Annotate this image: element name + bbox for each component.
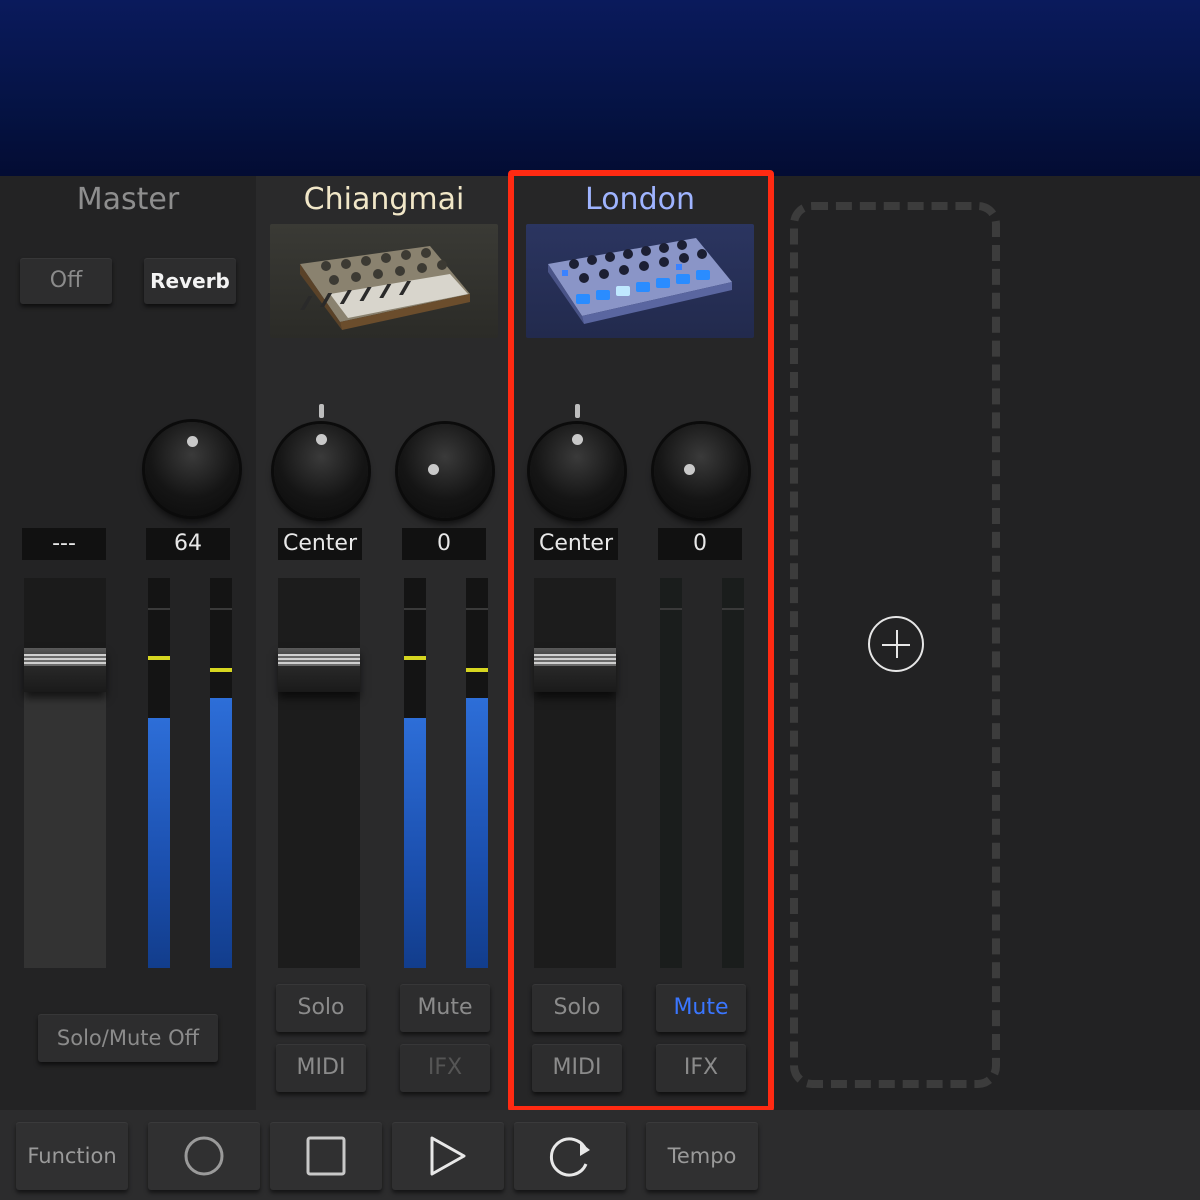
transport-bar: Function Tempo <box>0 1110 1200 1200</box>
chiangmai-fader-handle[interactable] <box>278 648 360 692</box>
chiangmai-pan-knob[interactable] <box>274 424 368 518</box>
london-fader-handle[interactable] <box>534 648 616 692</box>
london-fader-track[interactable] <box>534 578 616 968</box>
record-icon <box>184 1136 224 1176</box>
chiangmai-meter-right <box>466 578 488 968</box>
chiangmai-fader-track[interactable] <box>278 578 360 968</box>
master-off-button[interactable]: Off <box>20 258 112 304</box>
master-readout-left: --- <box>22 528 106 560</box>
london-meter-right <box>722 578 744 968</box>
london-solo-button[interactable]: Solo <box>532 984 622 1032</box>
chiangmai-instrument-thumbnail[interactable] <box>270 224 498 338</box>
chiangmai-pan-readout: Center <box>278 528 362 560</box>
london-pan-knob[interactable] <box>530 424 624 518</box>
london-send-readout: 0 <box>658 528 742 560</box>
london-send-knob[interactable] <box>654 424 748 518</box>
master-strip-name: Master <box>76 182 180 217</box>
loop-button[interactable] <box>514 1122 626 1190</box>
london-ifx-button[interactable]: IFX <box>656 1044 746 1092</box>
master-meter-left <box>148 578 170 968</box>
chiangmai-strip: Chiangmai Center 0 Solo Mute MIDI IFX <box>256 176 512 1110</box>
pan-center-tick <box>319 404 324 418</box>
record-button[interactable] <box>148 1122 260 1190</box>
london-pan-readout: Center <box>534 528 618 560</box>
master-fader-track[interactable] <box>24 578 106 968</box>
london-midi-button[interactable]: MIDI <box>532 1044 622 1092</box>
chiangmai-solo-button[interactable]: Solo <box>276 984 366 1032</box>
reverb-level-knob[interactable] <box>145 422 239 516</box>
play-icon <box>430 1136 466 1176</box>
stop-button[interactable] <box>270 1122 382 1190</box>
chiangmai-send-readout: 0 <box>402 528 486 560</box>
plus-circle-icon[interactable] <box>868 616 924 672</box>
master-strip: Master Off Reverb --- 64 Solo/Mute Off <box>0 176 256 1110</box>
play-button[interactable] <box>392 1122 504 1190</box>
chiangmai-mute-button[interactable]: Mute <box>400 984 490 1032</box>
chiangmai-midi-button[interactable]: MIDI <box>276 1044 366 1092</box>
london-strip-name: London <box>585 182 695 217</box>
function-button[interactable]: Function <box>16 1122 128 1190</box>
master-meter-right <box>210 578 232 968</box>
arranger-area <box>0 0 1200 176</box>
loop-icon <box>549 1137 590 1177</box>
london-meter-left <box>660 578 682 968</box>
pan-center-tick <box>575 404 580 418</box>
drum-machine-icon <box>548 238 732 324</box>
london-mute-button[interactable]: Mute <box>656 984 746 1032</box>
analog-synth-icon <box>300 246 470 330</box>
reverb-level-readout: 64 <box>146 528 230 560</box>
london-strip: London Center 0 Solo Mute MIDI IFX <box>512 176 768 1110</box>
master-fader-handle[interactable] <box>24 648 106 692</box>
chiangmai-send-knob[interactable] <box>398 424 492 518</box>
london-instrument-thumbnail[interactable] <box>526 224 754 338</box>
reverb-button[interactable]: Reverb <box>144 258 236 304</box>
chiangmai-strip-name: Chiangmai <box>303 182 465 217</box>
stop-icon <box>306 1136 346 1176</box>
chiangmai-ifx-button[interactable]: IFX <box>400 1044 490 1092</box>
solo-mute-off-button[interactable]: Solo/Mute Off <box>38 1014 218 1062</box>
chiangmai-meter-left <box>404 578 426 968</box>
tempo-button[interactable]: Tempo <box>646 1122 758 1190</box>
